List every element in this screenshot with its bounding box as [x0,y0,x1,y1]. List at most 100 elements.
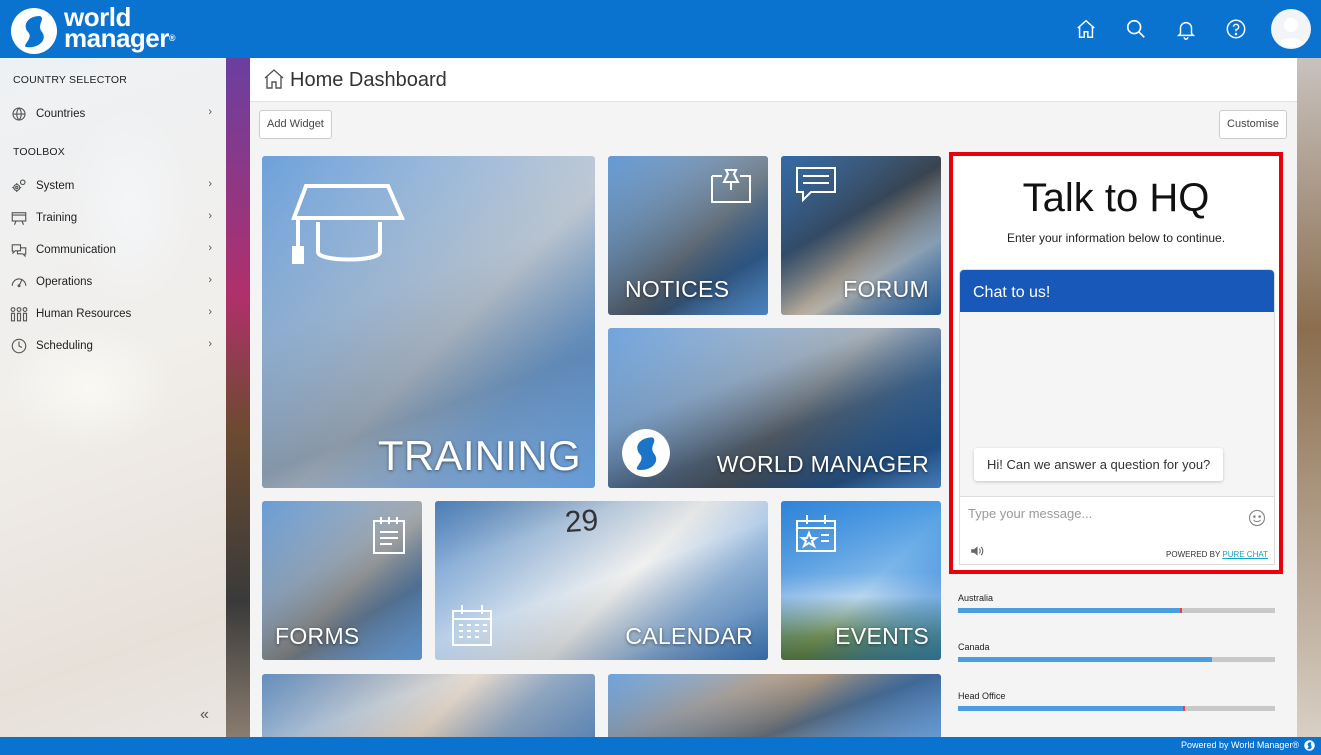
sidebar-item-countries[interactable]: Countries › [0,98,226,130]
people-icon [9,304,29,324]
gauge-icon [9,272,29,292]
tile-notices[interactable]: NOTICES [608,156,768,315]
sidebar-item-label: Countries [36,108,86,120]
tile-label: FORUM [843,276,929,302]
tile-calendar[interactable]: 29 CALENDAR [435,501,768,660]
top-icons [1061,0,1321,58]
progress-marker [1179,608,1182,613]
page-header: Home Dashboard [250,58,1297,102]
powered-by-text: POWERED BY [1166,550,1223,559]
sidebar-item-communication[interactable]: Communication › [0,234,226,266]
presentation-board-icon [9,208,29,228]
progress-australia: Australia [958,593,1276,613]
progress-fill [958,608,1180,613]
globe-people-icon [9,104,29,124]
tile-label: NOTICES [625,276,730,302]
tile-training[interactable]: TRAINING [262,156,595,488]
progress-label: Head Office [958,691,1006,701]
add-widget-button[interactable]: Add Widget [259,110,332,139]
top-bar: world manager® [0,0,1321,58]
form-document-icon [373,517,405,554]
progress-label: Australia [958,593,994,603]
sidebar-item-label: System [36,180,75,192]
customise-button[interactable]: Customise [1219,110,1287,139]
progress-track [958,657,1275,662]
talk-to-hq-widget: Talk to HQ Enter your information below … [949,152,1283,574]
tile-label: TRAINING [377,432,581,479]
world-manager-mark-icon [622,429,670,477]
logo-mark-icon [11,8,57,54]
home-icon[interactable] [1061,0,1111,58]
clock-icon [9,336,29,356]
chevron-right-icon: › [208,106,212,118]
country-selector-heading: COUNTRY SELECTOR [13,74,128,86]
logo-text: world manager® [64,4,176,51]
sidebar-item-label: Scheduling [36,340,93,352]
sidebar-item-human-resources[interactable]: Human Resources › [0,298,226,330]
search-icon[interactable] [1111,0,1161,58]
progress-track [958,608,1275,613]
chat-bubbles-icon [9,240,29,260]
progress-fill [958,706,1184,711]
tile-support-partial[interactable] [608,674,941,737]
sidebar-item-scheduling[interactable]: Scheduling › [0,330,226,362]
chat-window: Chat to us! Hi! Can we answer a question… [959,269,1275,565]
progress-marker [1183,706,1186,711]
home-icon [264,69,284,89]
tile-events[interactable]: EVENTS [781,501,941,660]
speech-bubble-icon [796,167,836,203]
chat-greeting-bubble: Hi! Can we answer a question for you? [974,448,1224,481]
chevron-right-icon: › [208,210,212,222]
tile-label: EVENTS [835,623,929,649]
tile-label: FORMS [275,623,360,649]
collapse-sidebar-button[interactable]: « [200,706,209,724]
noticeboard-pin-icon [711,169,751,203]
bell-icon[interactable] [1161,0,1211,58]
tile-label: CALENDAR [625,623,753,649]
chat-widget-title: Talk to HQ [1022,176,1210,220]
tile-overlay [262,674,595,737]
speaker-icon[interactable] [970,545,984,557]
chevron-right-icon: › [208,306,212,318]
chat-input-area: Type your message... POWERED BY PURE CHA… [960,496,1274,564]
gears-icon [9,176,29,196]
sidebar-item-label: Training [36,212,78,224]
calendar-day-number: 29 [563,503,600,540]
graduation-cap-icon [291,184,406,264]
event-calendar-star-icon [796,515,836,552]
chat-message-input[interactable]: Type your message... [968,506,1092,521]
help-icon[interactable] [1211,0,1261,58]
tile-label: WORLD MANAGER [716,451,929,477]
tile-world-manager[interactable]: WORLD MANAGER [608,328,941,488]
sidebar-item-system[interactable]: System › [0,170,226,202]
user-silhouette-icon [1277,18,1305,47]
progress-fill [958,657,1212,662]
progress-label: Canada [958,642,990,652]
logo-line-2: manager® [64,25,176,51]
calendar-icon [452,605,492,646]
tile-forms[interactable]: FORMS [262,501,422,660]
sidebar-item-label: Human Resources [36,308,132,320]
sidebar-item-label: Operations [36,276,93,288]
tile-reports-partial[interactable] [262,674,595,737]
pure-chat-link[interactable]: PURE CHAT [1222,550,1268,559]
world-manager-logo[interactable]: world manager® [10,4,190,54]
world-manager-mark-icon [1304,740,1315,751]
page-title: Home Dashboard [290,69,447,91]
sidebar-item-label: Communication [36,244,116,256]
tile-forum[interactable]: FORUM [781,156,941,315]
chat-header[interactable]: Chat to us! [960,270,1274,312]
footer-bar: Powered by World Manager® [0,737,1321,755]
sidebar: COUNTRY SELECTOR Countries › TOOLBOX Sys… [0,58,226,738]
avatar[interactable] [1271,9,1311,49]
powered-by-pure-chat: POWERED BY PURE CHAT [1166,550,1268,559]
emoji-icon[interactable] [1248,509,1266,527]
background-strip-left [226,58,250,738]
progress-head-office: Head Office [958,691,1276,711]
chevron-right-icon: › [208,274,212,286]
chevron-right-icon: › [208,178,212,190]
background-strip-right [1297,58,1321,738]
logo-reg-mark: ® [168,33,176,43]
sidebar-item-operations[interactable]: Operations › [0,266,226,298]
sidebar-item-training[interactable]: Training › [0,202,226,234]
